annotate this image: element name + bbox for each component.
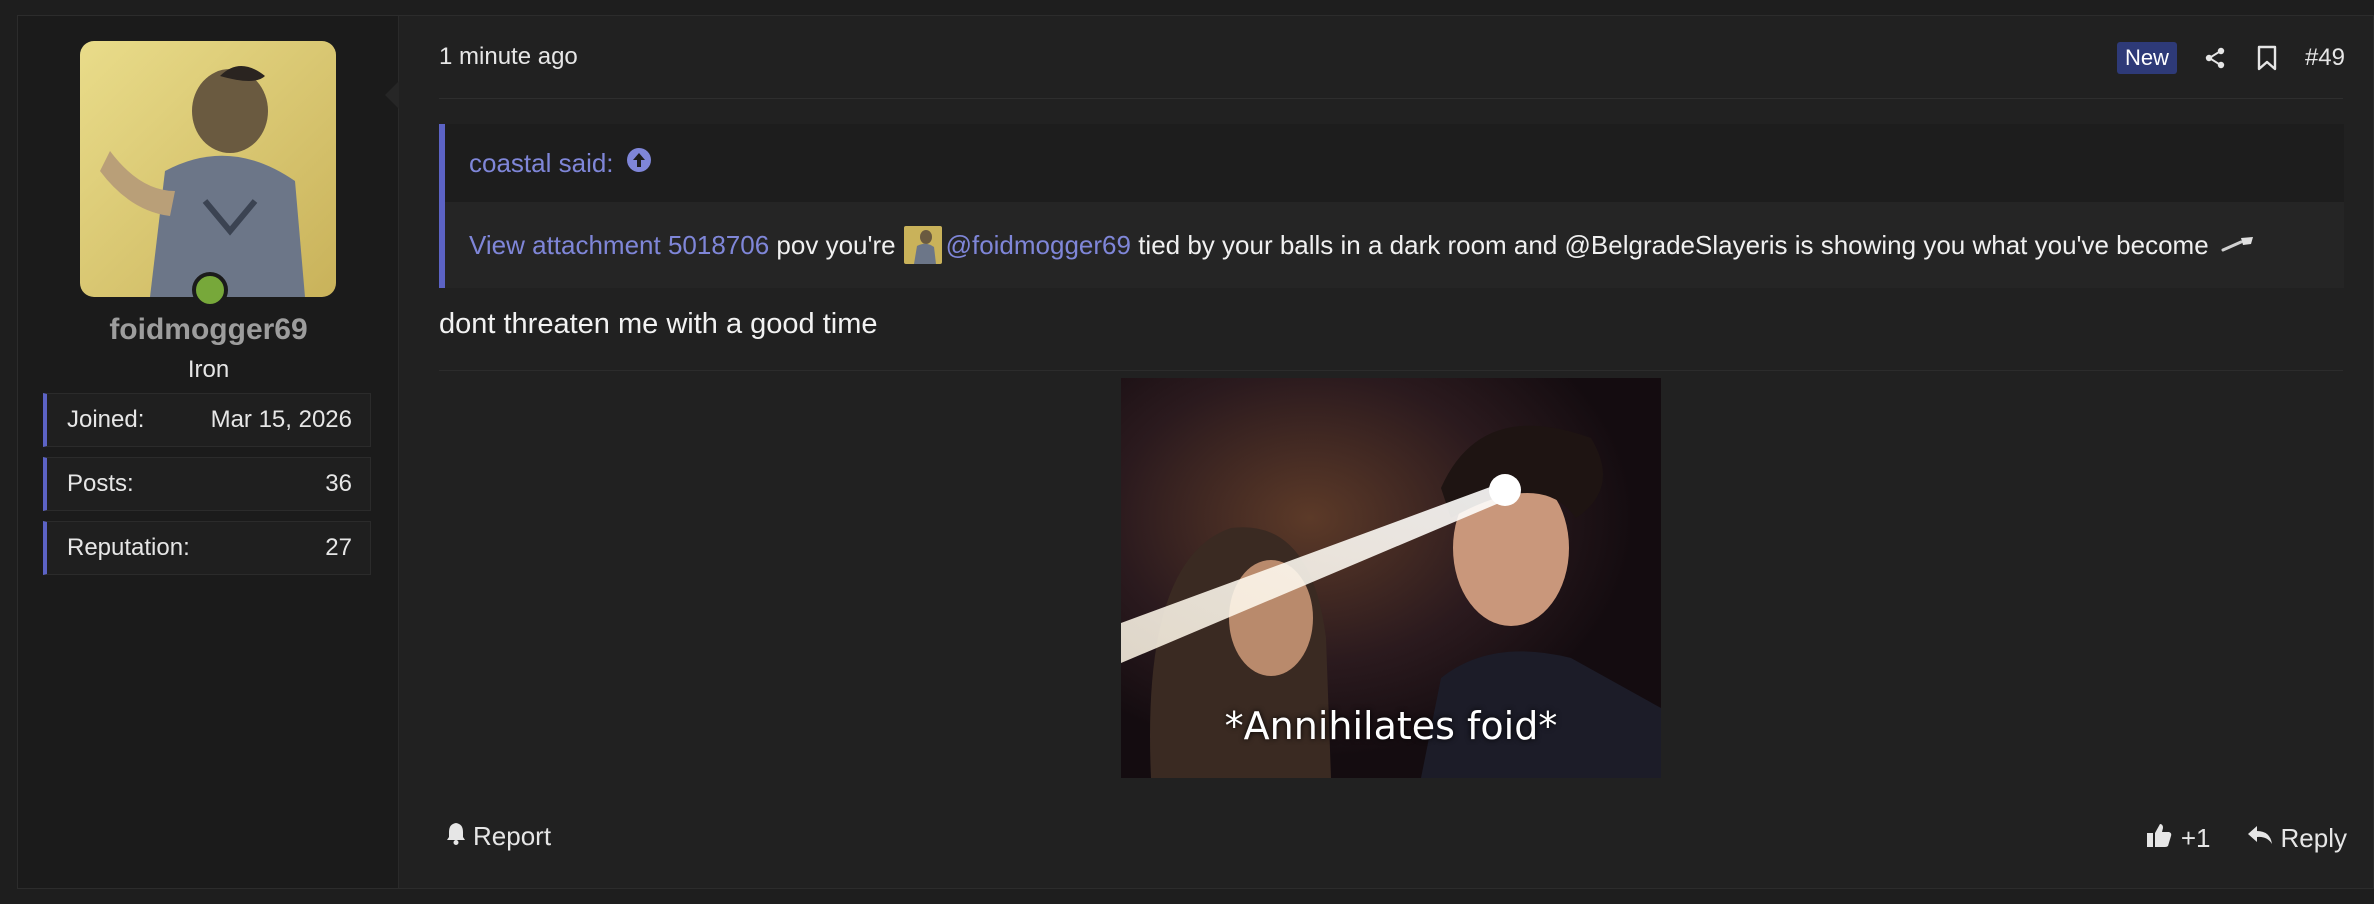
share-icon[interactable] (2201, 44, 2229, 72)
user-title: Iron (187, 356, 230, 383)
user-sidebar: foidmogger69 Iron Joined: Mar 15, 2026 P… (18, 16, 399, 888)
quote-text-part-2: tied by your balls in a dark room and @B… (1138, 229, 2209, 260)
image-caption: *Annihilates foid* (1224, 704, 1558, 748)
avatar-image (80, 41, 336, 297)
body-divider (439, 370, 2343, 371)
username[interactable]: foidmogger69 (18, 313, 399, 347)
mention-avatar (903, 226, 942, 264)
thumbs-up-icon (2145, 821, 2173, 856)
stat-label: Posts: (67, 470, 134, 497)
reply-label: Reply (2280, 823, 2347, 853)
reply-button[interactable]: Reply (2247, 823, 2347, 854)
quote-header[interactable]: coastal said: (445, 124, 2344, 202)
post-footer-actions: +1 Reply (2145, 821, 2347, 856)
stat-value: Mar 15, 2026 (210, 406, 352, 433)
online-status-indicator (192, 272, 228, 308)
stat-value: 36 (325, 470, 352, 497)
post-main: 1 minute ago New #49 coastal said: View … (399, 16, 2373, 888)
user-avatar[interactable] (80, 41, 336, 297)
post-container: foidmogger69 Iron Joined: Mar 15, 2026 P… (17, 15, 2374, 889)
stat-value: 27 (325, 534, 352, 561)
message-arrow (385, 81, 399, 109)
quote-block: coastal said: View attachment 5018706 po… (439, 124, 2344, 288)
header-divider (439, 98, 2343, 99)
stat-reputation: Reputation: 27 (43, 521, 371, 575)
jump-to-quote-icon[interactable] (626, 147, 652, 180)
stat-label: Reputation: (67, 534, 190, 561)
quote-text-part-1: pov you're (776, 229, 896, 260)
reaction-count[interactable]: +1 (2181, 823, 2211, 854)
reply-icon (2247, 823, 2273, 854)
post-message: dont threaten me with a good time (439, 308, 878, 340)
bookmark-icon[interactable] (2253, 44, 2281, 72)
stat-label: Joined: (67, 406, 145, 433)
smiley-icon (2221, 230, 2255, 261)
new-badge: New (2116, 42, 2177, 74)
quote-body: View attachment 5018706 pov you're @foid… (445, 202, 2344, 288)
attached-image[interactable]: *Annihilates foid* (1121, 378, 1661, 778)
bell-icon (445, 821, 467, 852)
like-button[interactable]: +1 (2145, 821, 2211, 856)
mention-link[interactable]: @foidmogger69 (946, 230, 1131, 261)
post-timestamp[interactable]: 1 minute ago (439, 43, 578, 71)
report-label: Report (473, 821, 552, 851)
quote-author[interactable]: coastal said: (469, 148, 614, 179)
post-header-actions: New #49 (2116, 40, 2345, 76)
report-button[interactable]: Report (445, 821, 551, 852)
stat-posts: Posts: 36 (43, 457, 371, 511)
post-number[interactable]: #49 (2305, 44, 2345, 72)
stat-joined: Joined: Mar 15, 2026 (43, 393, 371, 447)
attachment-link[interactable]: View attachment 5018706 (469, 230, 769, 261)
